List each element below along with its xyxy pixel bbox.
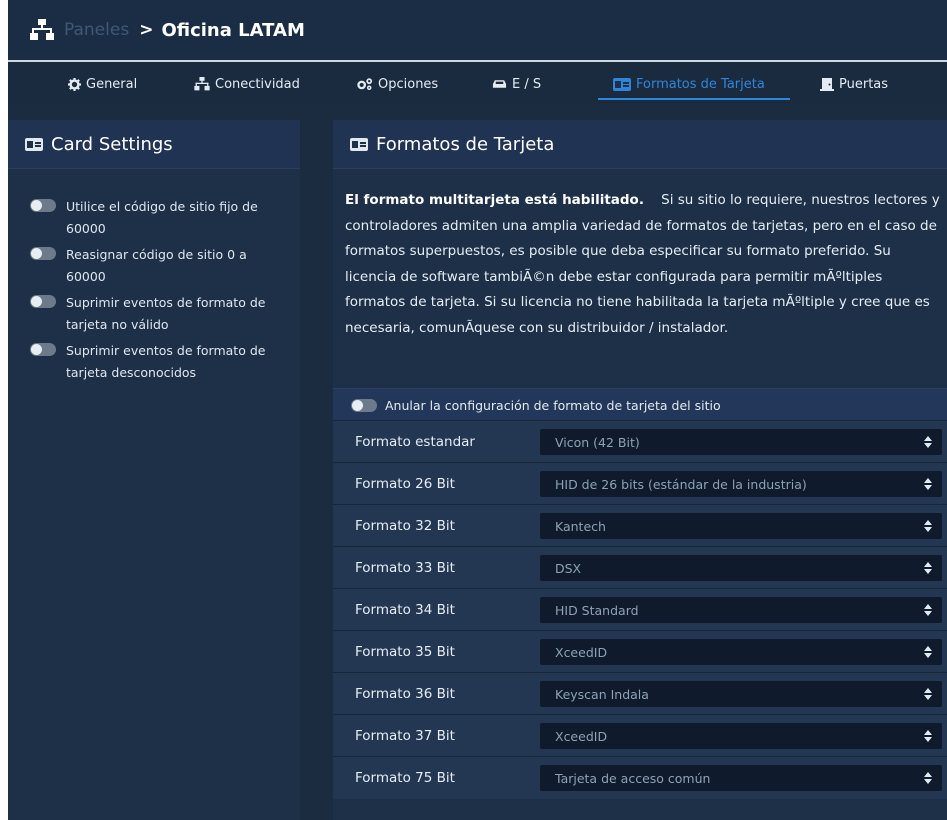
door-icon xyxy=(820,78,834,91)
card-formats-panel: Formatos de Tarjeta El formato multitarj… xyxy=(333,120,947,820)
format-row: Formato 34 Bit HID Standard xyxy=(333,588,947,631)
format-row-label: Formato 32 Bit xyxy=(355,518,455,534)
tab-es-label: E / S xyxy=(512,76,542,92)
card-settings-header: Card Settings xyxy=(8,120,300,169)
format-select[interactable]: Vicon (42 Bit) xyxy=(540,429,942,455)
format-row-label: Formato 33 Bit xyxy=(355,560,455,576)
page-title: Oficina LATAM xyxy=(161,19,305,41)
format-select-value: Tarjeta de acceso común xyxy=(555,770,711,786)
active-tab-indicator xyxy=(598,98,790,100)
format-row: Formato 32 Bit Kantech xyxy=(333,504,947,547)
format-row-label: Formato estandar xyxy=(355,434,475,450)
format-select[interactable]: XceedID xyxy=(540,639,942,665)
reassign-site-code-toggle[interactable] xyxy=(30,247,56,260)
format-select[interactable]: Keyscan Indala xyxy=(540,681,942,707)
tab-formatos-de-tarjeta[interactable]: Formatos de Tarjeta xyxy=(613,72,765,96)
suppress-unknown-label: Suprimir eventos de formato de tarjeta d… xyxy=(66,343,266,380)
format-select[interactable]: HID Standard xyxy=(540,597,942,623)
tab-opciones[interactable]: Opciones xyxy=(356,72,438,96)
format-select-value: XceedID xyxy=(555,644,608,660)
breadcrumb-parent-link[interactable]: Paneles xyxy=(64,20,129,40)
format-select[interactable]: DSX xyxy=(540,555,942,581)
tab-conectividad[interactable]: Conectividad xyxy=(194,72,300,96)
tab-formatos-label: Formatos de Tarjeta xyxy=(636,76,765,92)
reassign-site-code-label: Reasignar código de sitio 0 a 60000 xyxy=(66,247,247,284)
select-arrows-icon xyxy=(924,772,932,784)
select-arrows-icon xyxy=(924,562,932,574)
card-settings-title: Card Settings xyxy=(51,133,173,155)
format-row-label: Formato 34 Bit xyxy=(355,602,455,618)
option-reassign-site-code: Reasignar código de sitio 0 a 60000 xyxy=(30,244,280,288)
tab-general-label: General xyxy=(86,76,138,92)
breadcrumb-separator: > xyxy=(139,20,154,40)
format-select[interactable]: XceedID xyxy=(540,723,942,749)
format-select-value: DSX xyxy=(555,560,582,576)
suppress-unknown-toggle[interactable] xyxy=(30,343,56,356)
tab-general[interactable]: General xyxy=(68,72,137,96)
format-select-value: HID de 26 bits (estándar de la industria… xyxy=(555,476,807,492)
network-icon xyxy=(30,19,54,40)
select-arrows-icon xyxy=(924,520,932,532)
format-row: Formato 75 Bit Tarjeta de acceso común xyxy=(333,756,947,799)
multicard-description: El formato multitarjeta está habilitado.… xyxy=(345,188,945,341)
fixed-site-code-label: Utilice el código de sitio fijo de 60000 xyxy=(66,199,258,236)
id-card-icon xyxy=(350,137,368,151)
id-card-icon xyxy=(613,77,631,91)
breadcrumb: Paneles > Oficina LATAM xyxy=(8,0,947,60)
fixed-site-code-toggle[interactable] xyxy=(30,199,56,212)
card-settings-panel: Card Settings Utilice el código de sitio… xyxy=(8,120,300,820)
multicard-description-text: Si su sitio lo requiere, nuestros lector… xyxy=(345,192,940,336)
app-frame: Paneles > Oficina LATAM General Conectiv… xyxy=(8,0,947,820)
network-icon xyxy=(194,77,210,91)
format-row-label: Formato 35 Bit xyxy=(355,644,455,660)
format-row-label: Formato 75 Bit xyxy=(355,770,455,786)
format-select[interactable]: HID de 26 bits (estándar de la industria… xyxy=(540,471,942,497)
format-row: Formato estandar Vicon (42 Bit) xyxy=(333,420,947,463)
tab-puertas[interactable]: Puertas xyxy=(820,72,888,96)
format-select-value: Vicon (42 Bit) xyxy=(555,434,640,450)
select-arrows-icon xyxy=(924,604,932,616)
id-card-icon xyxy=(25,137,43,151)
suppress-invalid-toggle[interactable] xyxy=(30,295,56,308)
format-row-label: Formato 26 Bit xyxy=(355,476,455,492)
format-row: Formato 26 Bit HID de 26 bits (estándar d… xyxy=(333,462,947,505)
car-icon xyxy=(492,80,507,88)
format-row: Formato 36 Bit Keyscan Indala xyxy=(333,672,947,715)
select-arrows-icon xyxy=(924,436,932,448)
format-row: Formato 33 Bit DSX xyxy=(333,546,947,589)
tab-opciones-label: Opciones xyxy=(378,76,439,92)
card-formats-header: Formatos de Tarjeta xyxy=(333,120,947,169)
select-arrows-icon xyxy=(924,478,932,490)
tab-conectividad-label: Conectividad xyxy=(215,76,300,92)
select-arrows-icon xyxy=(924,730,932,742)
multicard-enabled-notice: El formato multitarjeta está habilitado. xyxy=(345,192,644,208)
tab-es[interactable]: E / S xyxy=(492,72,541,96)
suppress-invalid-label: Suprimir eventos de formato de tarjeta n… xyxy=(66,295,266,332)
format-select-value: HID Standard xyxy=(555,602,639,618)
format-select[interactable]: Kantech xyxy=(540,513,942,539)
tab-puertas-label: Puertas xyxy=(839,76,889,92)
gears-icon xyxy=(357,78,373,91)
format-select-value: Kantech xyxy=(555,518,606,534)
format-row: Formato 35 Bit XceedID xyxy=(333,630,947,673)
select-arrows-icon xyxy=(924,688,932,700)
select-arrows-icon xyxy=(924,646,932,658)
override-site-format-label: Anular la configuración de formato de ta… xyxy=(385,397,721,413)
option-suppress-unknown: Suprimir eventos de formato de tarjeta d… xyxy=(30,340,280,384)
override-site-format-row: Anular la configuración de formato de ta… xyxy=(333,388,947,421)
format-select-value: Keyscan Indala xyxy=(555,686,649,702)
gear-icon xyxy=(68,77,81,91)
option-suppress-invalid: Suprimir eventos de formato de tarjeta n… xyxy=(30,292,280,336)
option-fixed-site-code: Utilice el código de sitio fijo de 60000 xyxy=(30,196,280,240)
format-row-label: Formato 37 Bit xyxy=(355,728,455,744)
format-select-value: XceedID xyxy=(555,728,608,744)
format-row-label: Formato 36 Bit xyxy=(355,686,455,702)
card-formats-title: Formatos de Tarjeta xyxy=(376,133,555,155)
override-site-format-toggle[interactable] xyxy=(351,398,377,412)
format-select[interactable]: Tarjeta de acceso común xyxy=(540,765,942,791)
tab-bar: General Conectividad Opciones E / S Form… xyxy=(8,62,947,104)
format-row: Formato 37 Bit XceedID xyxy=(333,714,947,757)
